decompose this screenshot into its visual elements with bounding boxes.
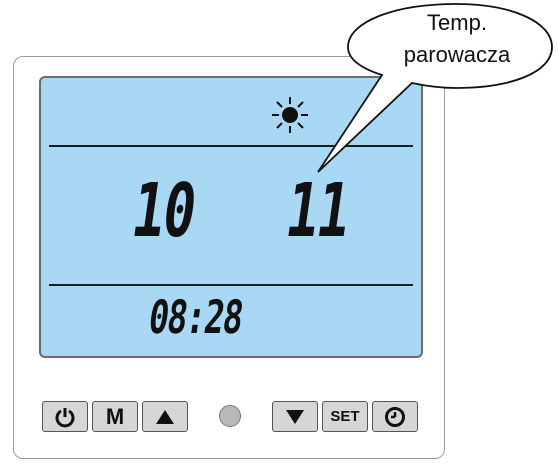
clock-icon bbox=[385, 406, 405, 427]
power-icon bbox=[55, 407, 75, 427]
callout-line-1: Temp. bbox=[427, 10, 487, 35]
mode-button[interactable]: M bbox=[92, 401, 138, 432]
callout-bubble bbox=[317, 3, 553, 173]
clock-button[interactable] bbox=[372, 401, 418, 432]
status-led bbox=[219, 405, 241, 427]
set-button[interactable]: SET bbox=[322, 401, 368, 432]
callout-line-2: parowacza bbox=[403, 42, 511, 67]
down-arrow-icon bbox=[286, 409, 304, 424]
down-button[interactable] bbox=[272, 401, 318, 432]
power-button[interactable] bbox=[42, 401, 88, 432]
up-arrow-icon bbox=[156, 409, 174, 424]
up-button[interactable] bbox=[142, 401, 188, 432]
